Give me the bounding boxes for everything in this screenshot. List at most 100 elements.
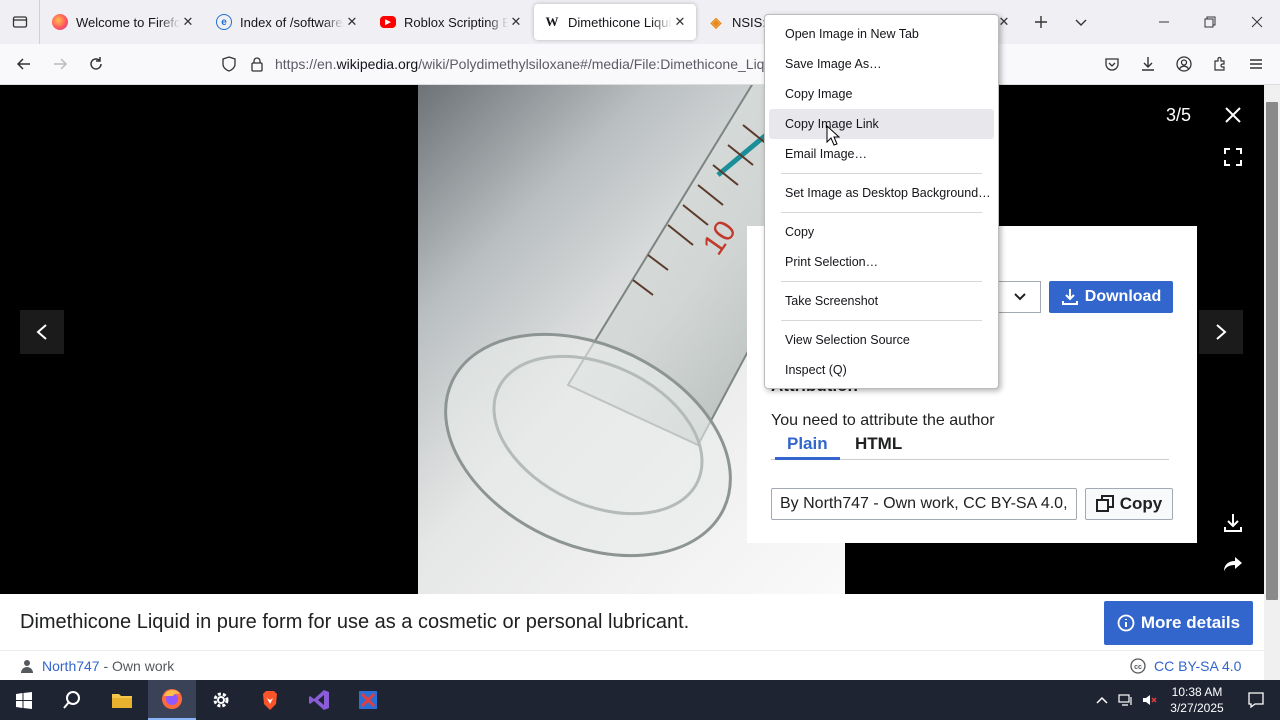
search-button[interactable] (48, 680, 96, 720)
plus-icon (1035, 16, 1047, 28)
account-icon (1176, 56, 1192, 72)
navigation-toolbar: https://en. wikipedia.org/wiki/Polydimeth… (0, 44, 1280, 85)
menu-email-image[interactable]: Email Image… (769, 139, 994, 169)
attribution-text-field[interactable]: By North747 - Own work, CC BY-SA 4.0, (771, 488, 1077, 520)
system-clock[interactable]: 10:38 AM 3/27/2025 (1166, 684, 1228, 716)
tab-strip: Welcome to Firefox ✕ e Index of /softwar… (0, 0, 1280, 44)
menu-set-desktop-background[interactable]: Set Image as Desktop Background… (769, 178, 994, 208)
network-button[interactable] (1114, 680, 1138, 720)
download-size-select[interactable] (999, 281, 1041, 313)
site-security-button[interactable] (241, 48, 273, 80)
visual-studio-icon (309, 690, 329, 710)
tab-roblox-scripting[interactable]: ▶ Roblox Scripting Be… ✕ (370, 4, 532, 40)
chevron-down-icon (1013, 293, 1026, 301)
app-menu-button[interactable] (1240, 48, 1272, 80)
start-button[interactable] (0, 680, 48, 720)
pocket-icon (1105, 58, 1119, 71)
url-field[interactable]: https://en. wikipedia.org/wiki/Polydimeth… (275, 49, 835, 79)
back-arrow-icon (16, 58, 30, 70)
reload-icon (90, 57, 102, 70)
firefox-taskbar-button[interactable] (148, 680, 196, 720)
notification-icon (1248, 692, 1264, 709)
account-button[interactable] (1168, 48, 1200, 80)
forward-button[interactable] (44, 48, 76, 80)
tab-plain[interactable]: Plain (775, 434, 840, 460)
chevron-left-icon (36, 324, 47, 340)
menu-copy-image[interactable]: Copy Image (769, 79, 994, 109)
creative-commons-icon: cc (1130, 658, 1146, 674)
menu-open-image-new-tab[interactable]: Open Image in New Tab (769, 19, 994, 49)
tab-html[interactable]: HTML (843, 434, 914, 460)
url-prefix: https://en. (275, 56, 337, 72)
firefox-icon (52, 14, 68, 30)
nsis-app-icon (359, 691, 377, 709)
download-side-button[interactable] (1217, 507, 1249, 539)
download-button[interactable]: Download (1049, 281, 1173, 313)
copy-attribution-button[interactable]: Copy (1085, 488, 1173, 520)
nsis-taskbar-button[interactable] (344, 680, 392, 720)
next-image-button[interactable] (1199, 310, 1243, 354)
wikipedia-icon: W (545, 14, 559, 29)
previous-image-button[interactable] (20, 310, 64, 354)
reload-button[interactable] (80, 48, 112, 80)
minimize-button[interactable] (1141, 0, 1187, 44)
download-label: Download (1084, 288, 1162, 305)
volume-muted-icon (1143, 695, 1157, 705)
settings-button[interactable] (197, 680, 245, 720)
pocket-button[interactable] (1096, 48, 1128, 80)
author-link[interactable]: North747 (42, 658, 100, 674)
downloads-button[interactable] (1132, 48, 1164, 80)
menu-take-screenshot[interactable]: Take Screenshot (769, 286, 994, 316)
tab-index-software[interactable]: e Index of /software/… ✕ (206, 4, 368, 40)
puzzle-icon (1214, 56, 1225, 71)
license-link[interactable]: cc CC BY-SA 4.0 (1130, 658, 1241, 674)
folder-icon (112, 694, 132, 708)
show-hidden-icons-button[interactable] (1090, 680, 1114, 720)
visual-studio-button[interactable] (295, 680, 343, 720)
notifications-button[interactable] (1232, 680, 1280, 720)
image-counter: 3/5 (1166, 105, 1192, 125)
volume-button[interactable] (1138, 680, 1162, 720)
close-tab-icon[interactable]: ✕ (180, 14, 196, 30)
hamburger-menu-icon (1250, 59, 1262, 69)
brave-browser-button[interactable] (246, 680, 294, 720)
chevron-down-icon (1075, 19, 1087, 26)
chevron-up-icon (1096, 696, 1108, 704)
user-icon (21, 660, 33, 673)
network-icon (1118, 694, 1132, 706)
menu-separator (781, 281, 982, 282)
extensions-button[interactable] (1204, 48, 1236, 80)
close-window-button[interactable] (1234, 0, 1280, 44)
media-viewer: 10 3/5 Download Attribution You need to … (0, 85, 1264, 594)
share-button[interactable] (1217, 548, 1249, 580)
tab-welcome-firefox[interactable]: Welcome to Firefox ✕ (42, 4, 204, 40)
fullscreen-icon (1224, 148, 1242, 166)
tab-overflow-button[interactable] (1058, 0, 1104, 44)
menu-view-selection-source[interactable]: View Selection Source (769, 325, 994, 355)
more-details-button[interactable]: More details (1104, 601, 1253, 645)
scrollbar-thumb[interactable] (1266, 102, 1278, 600)
close-tab-icon[interactable]: ✕ (672, 14, 688, 30)
menu-copy[interactable]: Copy (769, 217, 994, 247)
close-tab-icon[interactable]: ✕ (508, 14, 524, 30)
close-viewer-button[interactable] (1217, 99, 1249, 131)
image-caption: Dimethicone Liquid in pure form for use … (20, 611, 690, 633)
restore-button[interactable] (1187, 0, 1233, 44)
close-icon (1225, 107, 1241, 123)
fullscreen-button[interactable] (1217, 141, 1249, 173)
menu-inspect[interactable]: Inspect (Q) (769, 355, 994, 385)
license-label: CC BY-SA 4.0 (1154, 658, 1242, 674)
forward-arrow-icon (54, 58, 68, 70)
list-all-tabs-button[interactable] (0, 0, 40, 44)
menu-save-image-as[interactable]: Save Image As… (769, 49, 994, 79)
menu-separator (781, 212, 982, 213)
more-details-label: More details (1140, 613, 1241, 632)
menu-copy-image-link[interactable]: Copy Image Link (769, 109, 994, 139)
close-tab-icon[interactable]: ✕ (344, 14, 360, 30)
back-button[interactable] (8, 48, 40, 80)
tab-dimethicone[interactable]: W Dimethicone Liquid ✕ (534, 4, 696, 40)
menu-separator (781, 320, 982, 321)
menu-print-selection[interactable]: Print Selection… (769, 247, 994, 277)
author-suffix: - Own work (99, 658, 175, 674)
file-explorer-button[interactable] (98, 680, 146, 720)
